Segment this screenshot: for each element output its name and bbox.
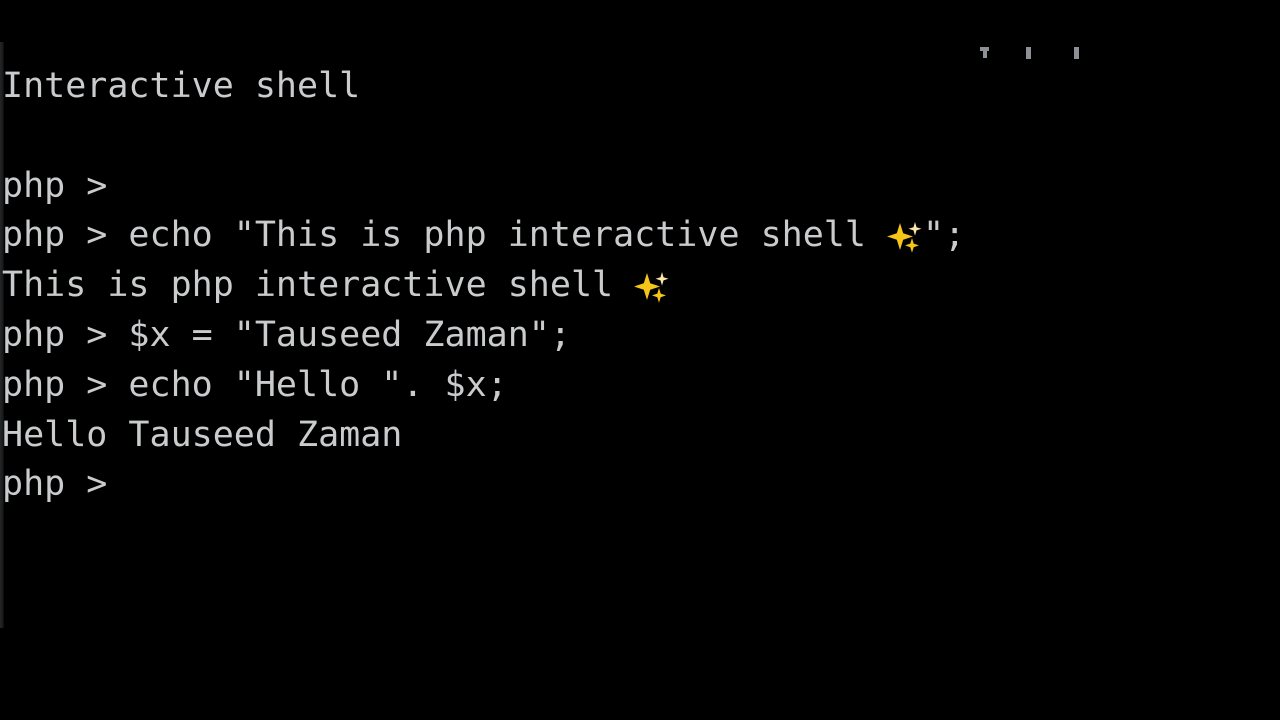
output-text: This is php interactive shell xyxy=(2,265,635,306)
terminal-line-prompt-2[interactable]: php > xyxy=(0,460,1280,510)
command-text: php > echo "This is php interactive shel… xyxy=(2,215,888,256)
command-text-tail: "; xyxy=(923,215,966,256)
terminal-line-input-2[interactable]: php > $x = "Tauseed Zaman"; xyxy=(0,311,1280,361)
sparkles-icon xyxy=(887,220,923,254)
terminal-line-input-3[interactable]: php > echo "Hello ". $x; xyxy=(0,361,1280,411)
terminal-output-area[interactable]: Interactive shell php > php > echo "This… xyxy=(0,0,1280,510)
terminal-line-output-1: This is php interactive shell xyxy=(0,261,1280,311)
terminal-line-prompt-1[interactable]: php > xyxy=(0,162,1280,212)
terminal-line-output-2: Hello Tauseed Zaman xyxy=(2,414,403,455)
sparkles-icon xyxy=(634,270,670,303)
terminal-window[interactable]: Interactive shell php > php > echo "This… xyxy=(0,0,1280,720)
terminal-line-header: Interactive shell xyxy=(2,66,361,106)
terminal-line-input-1[interactable]: php > echo "This is php interactive shel… xyxy=(0,211,1280,261)
